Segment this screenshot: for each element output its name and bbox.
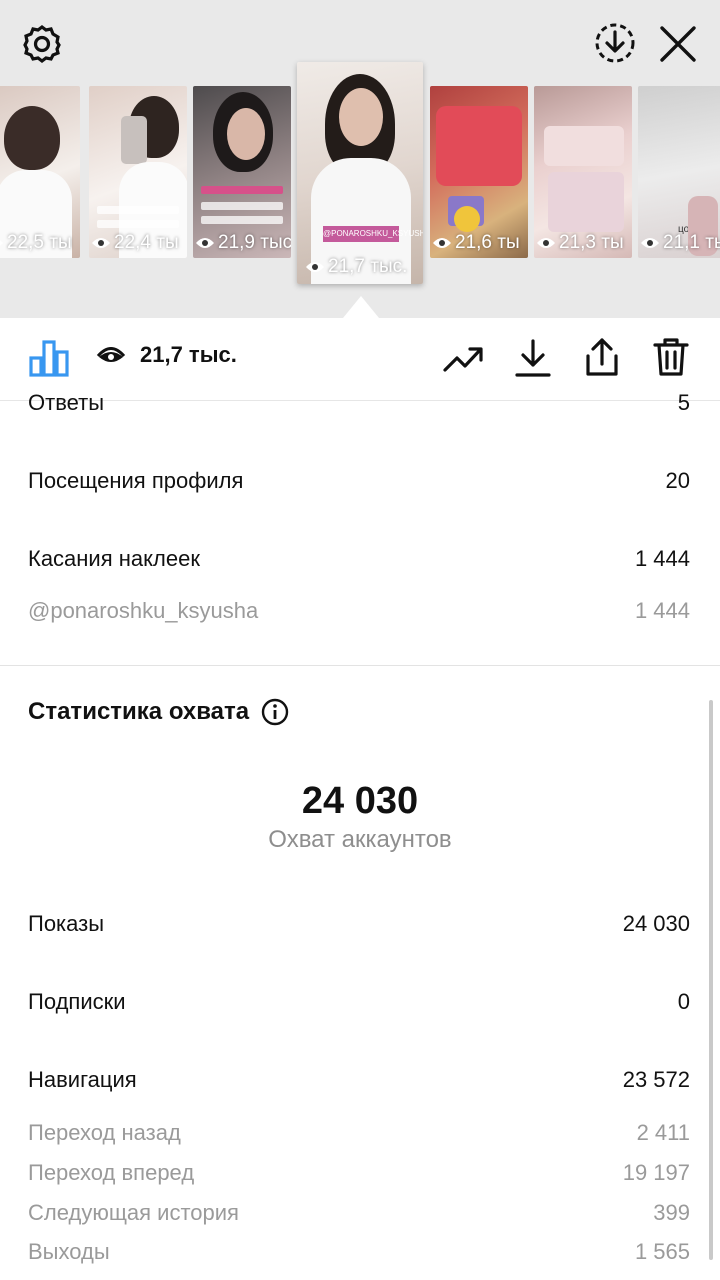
jar-shape [454, 206, 480, 232]
stat-row-forward: Переход вперед 19 197 [28, 1160, 690, 1186]
download-circle-icon[interactable] [592, 20, 638, 66]
stat-row-next-story: Следующая история 399 [28, 1200, 690, 1226]
face [339, 88, 383, 146]
scrollbar[interactable] [709, 700, 713, 1260]
stat-value: 19 197 [622, 1160, 690, 1185]
thumbnail-views-value: 22,4 ты [114, 232, 179, 253]
sticker-text-line [97, 220, 179, 228]
face [227, 108, 265, 160]
story-caption: @PONAROSHKU_KSYUSHA [323, 226, 423, 242]
stat-label: Выходы [28, 1239, 110, 1264]
reach-title-text: Статистика охвата [28, 698, 250, 725]
stat-row-follows: Подписки 0 [28, 989, 690, 1015]
reach-section-title: Статистика охвата [28, 698, 289, 726]
thumbnail-views: 21,6 ты [432, 232, 520, 254]
stat-row-profile-visits: Посещения профиля 20 [28, 468, 690, 494]
selected-pointer [343, 296, 379, 318]
bag-shape [436, 106, 522, 186]
stat-value: 23 572 [622, 1067, 690, 1092]
eye-icon [92, 238, 110, 248]
sticker-text-line [201, 186, 283, 194]
thumbnail-views-value: 21,7 тыс. [328, 256, 408, 277]
gear-icon[interactable] [20, 22, 64, 66]
stat-value: 1 565 [634, 1239, 690, 1264]
stat-value: 2 411 [636, 1120, 690, 1145]
insights-toolbar: 21,7 тыс. [0, 318, 720, 401]
story-thumbnail[interactable]: 22,5 ты [0, 86, 80, 258]
eye-icon [96, 347, 126, 362]
story-carousel-area: 22,5 ты 22,4 ты 21,9 тыс @PONAROSHKU_KSY… [0, 0, 720, 318]
phone-shape [121, 116, 147, 164]
stat-label: Переход вперед [28, 1160, 195, 1185]
eye-icon [433, 238, 451, 248]
info-icon[interactable] [261, 698, 289, 726]
thumbnail-views: 22,4 ты [91, 232, 179, 254]
stat-label: Касания наклеек [28, 546, 200, 571]
thumbnail-views: 21,1 ты [640, 232, 720, 254]
stat-label: Следующая история [28, 1200, 239, 1225]
insights-chart-icon[interactable] [28, 338, 70, 378]
story-thumbnail[interactable]: 21,3 ты [534, 86, 632, 258]
eye-icon [537, 238, 555, 248]
eye-icon [0, 240, 3, 246]
thumbnail-views-value: 21,1 ты [663, 232, 720, 253]
stat-row-navigation: Навигация 23 572 [28, 1067, 690, 1093]
stat-value: 1 444 [634, 546, 690, 571]
close-icon[interactable] [656, 22, 700, 66]
story-thumbnail[interactable]: цон 21,1 ты [638, 86, 720, 258]
thumbnail-views: 21,3 ты [536, 232, 624, 254]
stat-value: 0 [677, 989, 690, 1014]
clothes-pile [544, 126, 624, 166]
eye-icon [196, 238, 214, 248]
stat-label: Переход назад [28, 1120, 181, 1145]
thumbnail-views-value: 21,6 ты [455, 232, 520, 253]
story-thumbnail[interactable]: 21,9 тыс [193, 86, 291, 258]
stat-value: 5 [677, 392, 690, 415]
stat-label: Ответы [28, 392, 105, 415]
section-divider [0, 665, 720, 666]
story-thumbnail-strip: 22,5 ты 22,4 ты 21,9 тыс @PONAROSHKU_KSY… [0, 62, 720, 284]
stat-value: 399 [653, 1200, 690, 1225]
accounts-reached-value: 24 030 [301, 780, 419, 822]
stat-row-exits: Выходы 1 565 [28, 1239, 690, 1265]
thumbnail-views: 21,9 тыс [195, 232, 291, 254]
stat-row-sticker-taps: Касания наклеек 1 444 [28, 546, 690, 572]
thumbnail-views-value: 22,5 ты [7, 232, 72, 253]
thumbnail-views-value: 21,3 ты [559, 232, 624, 253]
eye-icon [306, 262, 324, 272]
stat-label: Показы [28, 911, 105, 936]
views-summary: 21,7 тыс. [96, 342, 237, 368]
thumbnail-views-value: 21,9 тыс [218, 232, 291, 253]
eye-icon [641, 238, 659, 248]
sticker-text-line [201, 216, 283, 224]
story-thumbnail-selected[interactable]: @PONAROSHKU_KSYUSHA 21,7 тыс. [297, 62, 423, 284]
story-thumbnail[interactable]: 21,6 ты [430, 86, 528, 258]
download-icon[interactable] [514, 338, 552, 378]
stat-label: Навигация [28, 1067, 137, 1092]
trending-icon[interactable] [442, 344, 484, 374]
stat-value: 1 444 [634, 598, 690, 623]
sticker-text-line [97, 206, 179, 214]
accounts-reached-label: Охват аккаунтов [268, 826, 452, 853]
person-silhouette [4, 106, 60, 170]
stat-value: 24 030 [622, 911, 690, 936]
stat-label: Подписки [28, 989, 126, 1014]
sticker-text-line [201, 202, 283, 210]
share-icon[interactable] [582, 336, 622, 378]
stat-row-back: Переход назад 2 411 [28, 1120, 690, 1146]
story-thumbnail[interactable]: 22,4 ты [89, 86, 187, 258]
stat-label: @ponaroshku_ksyusha [28, 598, 259, 623]
trash-icon[interactable] [652, 336, 690, 378]
thumbnail-views: 21,7 тыс. [305, 256, 407, 278]
clothes-pile [548, 172, 624, 232]
stat-label: Посещения профиля [28, 468, 244, 493]
stat-row-replies: Ответы 5 [28, 392, 690, 420]
stat-row-impressions: Показы 24 030 [28, 911, 690, 937]
views-count: 21,7 тыс. [140, 342, 237, 367]
stat-value: 20 [665, 468, 690, 493]
stat-row-sticker-mention: @ponaroshku_ksyusha 1 444 [28, 598, 690, 624]
thumbnail-views: 22,5 ты [0, 232, 72, 254]
